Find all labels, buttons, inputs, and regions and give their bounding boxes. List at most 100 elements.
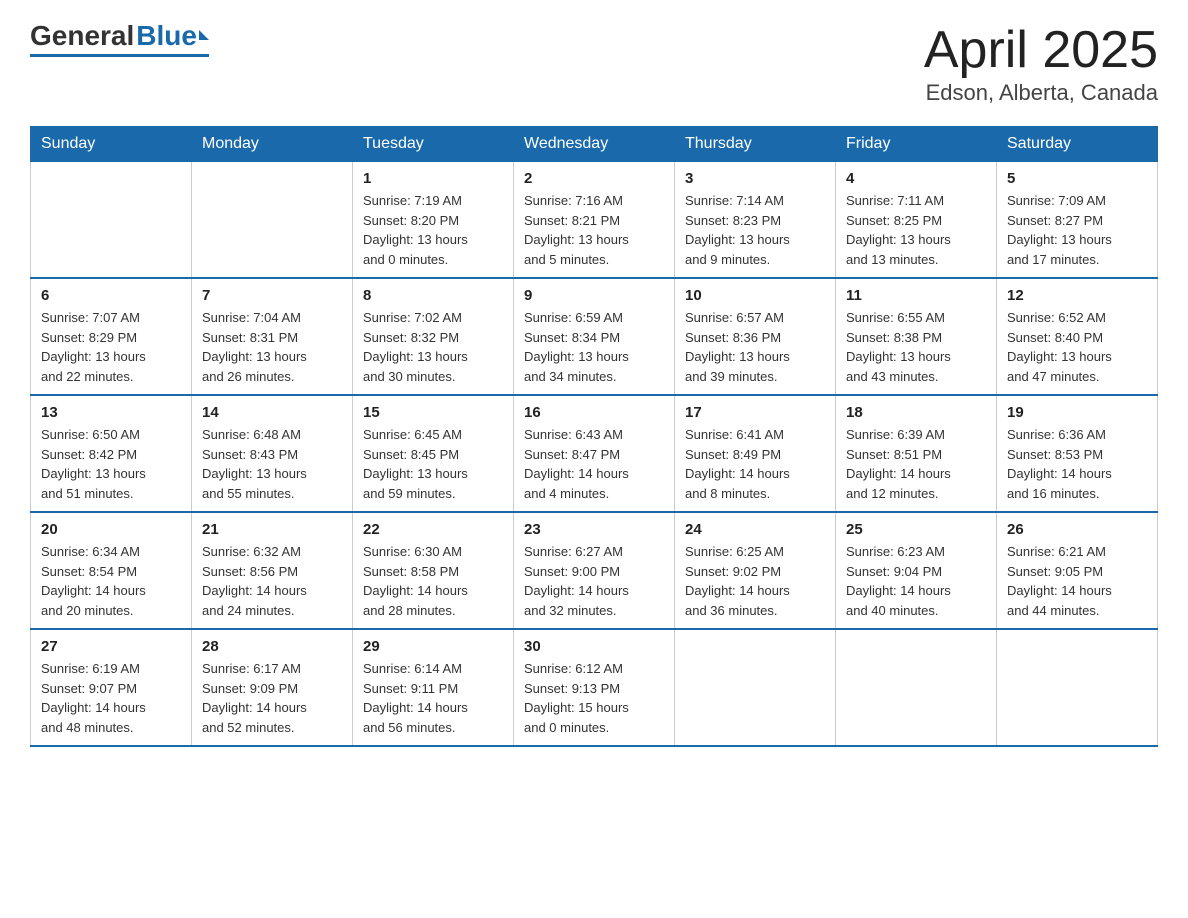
logo-general-text: General bbox=[30, 20, 134, 52]
day-number: 15 bbox=[363, 404, 503, 421]
day-info: Sunrise: 6:45 AM Sunset: 8:45 PM Dayligh… bbox=[363, 425, 503, 503]
day-number: 9 bbox=[524, 287, 664, 304]
day-info: Sunrise: 6:59 AM Sunset: 8:34 PM Dayligh… bbox=[524, 308, 664, 386]
day-info: Sunrise: 6:43 AM Sunset: 8:47 PM Dayligh… bbox=[524, 425, 664, 503]
day-number: 18 bbox=[846, 404, 986, 421]
column-header-sunday: Sunday bbox=[31, 127, 192, 162]
day-info: Sunrise: 7:14 AM Sunset: 8:23 PM Dayligh… bbox=[685, 191, 825, 269]
day-info: Sunrise: 7:09 AM Sunset: 8:27 PM Dayligh… bbox=[1007, 191, 1147, 269]
day-info: Sunrise: 6:12 AM Sunset: 9:13 PM Dayligh… bbox=[524, 659, 664, 737]
day-number: 6 bbox=[41, 287, 181, 304]
logo-blue-part: Blue bbox=[134, 20, 209, 52]
calendar-cell: 21Sunrise: 6:32 AM Sunset: 8:56 PM Dayli… bbox=[192, 512, 353, 629]
day-info: Sunrise: 6:55 AM Sunset: 8:38 PM Dayligh… bbox=[846, 308, 986, 386]
calendar-cell: 8 Sunrise: 7:02 AM Sunset: 8:32 PM Daylig… bbox=[353, 278, 514, 395]
day-number: 10 bbox=[685, 287, 825, 304]
day-info: Sunrise: 6:27 AM Sunset: 9:00 PM Dayligh… bbox=[524, 542, 664, 620]
day-number: 22 bbox=[363, 521, 503, 538]
calendar-cell: 3 Sunrise: 7:14 AM Sunset: 8:23 PM Daylig… bbox=[675, 162, 836, 279]
calendar-cell: 5Sunrise: 7:09 AM Sunset: 8:27 PM Daylig… bbox=[997, 162, 1158, 279]
day-info: Sunrise: 6:52 AM Sunset: 8:40 PM Dayligh… bbox=[1007, 308, 1147, 386]
week-row: 6Sunrise: 7:07 AM Sunset: 8:29 PM Daylig… bbox=[31, 278, 1158, 395]
day-info: Sunrise: 7:04 AM Sunset: 8:31 PM Dayligh… bbox=[202, 308, 342, 386]
column-header-wednesday: Wednesday bbox=[514, 127, 675, 162]
day-number: 8 bbox=[363, 287, 503, 304]
calendar-table: SundayMondayTuesdayWednesdayThursdayFrid… bbox=[30, 126, 1158, 747]
day-number: 4 bbox=[846, 170, 986, 187]
calendar-cell: 11 Sunrise: 6:55 AM Sunset: 8:38 PM Dayli… bbox=[836, 278, 997, 395]
day-number: 23 bbox=[524, 521, 664, 538]
logo: General Blue bbox=[30, 20, 209, 57]
day-number: 19 bbox=[1007, 404, 1147, 421]
calendar-cell: 25Sunrise: 6:23 AM Sunset: 9:04 PM Dayli… bbox=[836, 512, 997, 629]
day-info: Sunrise: 6:23 AM Sunset: 9:04 PM Dayligh… bbox=[846, 542, 986, 620]
day-info: Sunrise: 6:19 AM Sunset: 9:07 PM Dayligh… bbox=[41, 659, 181, 737]
logo-underline bbox=[30, 54, 209, 57]
calendar-cell bbox=[31, 162, 192, 279]
calendar-cell: 16 Sunrise: 6:43 AM Sunset: 8:47 PM Dayli… bbox=[514, 395, 675, 512]
calendar-cell: 24Sunrise: 6:25 AM Sunset: 9:02 PM Dayli… bbox=[675, 512, 836, 629]
day-info: Sunrise: 7:02 AM Sunset: 8:32 PM Dayligh… bbox=[363, 308, 503, 386]
page-header: General Blue April 2025 Edson, Alberta, … bbox=[30, 20, 1158, 106]
column-header-saturday: Saturday bbox=[997, 127, 1158, 162]
day-info: Sunrise: 7:16 AM Sunset: 8:21 PM Dayligh… bbox=[524, 191, 664, 269]
column-header-friday: Friday bbox=[836, 127, 997, 162]
calendar-cell: 6Sunrise: 7:07 AM Sunset: 8:29 PM Daylig… bbox=[31, 278, 192, 395]
calendar-cell: 18 Sunrise: 6:39 AM Sunset: 8:51 PM Dayli… bbox=[836, 395, 997, 512]
day-number: 21 bbox=[202, 521, 342, 538]
day-info: Sunrise: 6:25 AM Sunset: 9:02 PM Dayligh… bbox=[685, 542, 825, 620]
day-info: Sunrise: 6:36 AM Sunset: 8:53 PM Dayligh… bbox=[1007, 425, 1147, 503]
day-number: 29 bbox=[363, 638, 503, 655]
calendar-cell: 23 Sunrise: 6:27 AM Sunset: 9:00 PM Dayli… bbox=[514, 512, 675, 629]
day-info: Sunrise: 6:57 AM Sunset: 8:36 PM Dayligh… bbox=[685, 308, 825, 386]
calendar-cell: 9 Sunrise: 6:59 AM Sunset: 8:34 PM Daylig… bbox=[514, 278, 675, 395]
day-number: 28 bbox=[202, 638, 342, 655]
calendar-cell: 2 Sunrise: 7:16 AM Sunset: 8:21 PM Daylig… bbox=[514, 162, 675, 279]
week-row: 13 Sunrise: 6:50 AM Sunset: 8:42 PM Dayli… bbox=[31, 395, 1158, 512]
logo-blue-text: Blue bbox=[136, 20, 197, 52]
day-info: Sunrise: 7:19 AM Sunset: 8:20 PM Dayligh… bbox=[363, 191, 503, 269]
week-row: 27 Sunrise: 6:19 AM Sunset: 9:07 PM Dayli… bbox=[31, 629, 1158, 746]
calendar-cell: 4 Sunrise: 7:11 AM Sunset: 8:25 PM Daylig… bbox=[836, 162, 997, 279]
day-number: 20 bbox=[41, 521, 181, 538]
calendar-body: 1 Sunrise: 7:19 AM Sunset: 8:20 PM Daylig… bbox=[31, 162, 1158, 747]
day-headers-row: SundayMondayTuesdayWednesdayThursdayFrid… bbox=[31, 127, 1158, 162]
day-number: 3 bbox=[685, 170, 825, 187]
title-block: April 2025 Edson, Alberta, Canada bbox=[924, 20, 1158, 106]
calendar-cell: 19 Sunrise: 6:36 AM Sunset: 8:53 PM Dayli… bbox=[997, 395, 1158, 512]
column-header-thursday: Thursday bbox=[675, 127, 836, 162]
calendar-cell: 22Sunrise: 6:30 AM Sunset: 8:58 PM Dayli… bbox=[353, 512, 514, 629]
location-subtitle: Edson, Alberta, Canada bbox=[924, 80, 1158, 106]
day-number: 1 bbox=[363, 170, 503, 187]
calendar-cell: 1 Sunrise: 7:19 AM Sunset: 8:20 PM Daylig… bbox=[353, 162, 514, 279]
day-number: 27 bbox=[41, 638, 181, 655]
day-number: 16 bbox=[524, 404, 664, 421]
calendar-cell: 12Sunrise: 6:52 AM Sunset: 8:40 PM Dayli… bbox=[997, 278, 1158, 395]
day-number: 26 bbox=[1007, 521, 1147, 538]
calendar-cell: 20Sunrise: 6:34 AM Sunset: 8:54 PM Dayli… bbox=[31, 512, 192, 629]
calendar-cell: 30 Sunrise: 6:12 AM Sunset: 9:13 PM Dayli… bbox=[514, 629, 675, 746]
calendar-cell: 7Sunrise: 7:04 AM Sunset: 8:31 PM Daylig… bbox=[192, 278, 353, 395]
day-number: 14 bbox=[202, 404, 342, 421]
calendar-cell: 28 Sunrise: 6:17 AM Sunset: 9:09 PM Dayli… bbox=[192, 629, 353, 746]
calendar-header: SundayMondayTuesdayWednesdayThursdayFrid… bbox=[31, 127, 1158, 162]
day-info: Sunrise: 6:17 AM Sunset: 9:09 PM Dayligh… bbox=[202, 659, 342, 737]
day-number: 2 bbox=[524, 170, 664, 187]
day-info: Sunrise: 6:48 AM Sunset: 8:43 PM Dayligh… bbox=[202, 425, 342, 503]
column-header-monday: Monday bbox=[192, 127, 353, 162]
calendar-cell: 10 Sunrise: 6:57 AM Sunset: 8:36 PM Dayli… bbox=[675, 278, 836, 395]
calendar-cell bbox=[192, 162, 353, 279]
calendar-cell: 13 Sunrise: 6:50 AM Sunset: 8:42 PM Dayli… bbox=[31, 395, 192, 512]
day-info: Sunrise: 6:39 AM Sunset: 8:51 PM Dayligh… bbox=[846, 425, 986, 503]
calendar-cell: 29Sunrise: 6:14 AM Sunset: 9:11 PM Dayli… bbox=[353, 629, 514, 746]
calendar-cell: 14 Sunrise: 6:48 AM Sunset: 8:43 PM Dayli… bbox=[192, 395, 353, 512]
week-row: 1 Sunrise: 7:19 AM Sunset: 8:20 PM Daylig… bbox=[31, 162, 1158, 279]
calendar-cell: 17Sunrise: 6:41 AM Sunset: 8:49 PM Dayli… bbox=[675, 395, 836, 512]
day-number: 11 bbox=[846, 287, 986, 304]
day-number: 13 bbox=[41, 404, 181, 421]
day-info: Sunrise: 6:50 AM Sunset: 8:42 PM Dayligh… bbox=[41, 425, 181, 503]
calendar-cell: 15 Sunrise: 6:45 AM Sunset: 8:45 PM Dayli… bbox=[353, 395, 514, 512]
day-info: Sunrise: 7:11 AM Sunset: 8:25 PM Dayligh… bbox=[846, 191, 986, 269]
day-number: 17 bbox=[685, 404, 825, 421]
day-number: 30 bbox=[524, 638, 664, 655]
